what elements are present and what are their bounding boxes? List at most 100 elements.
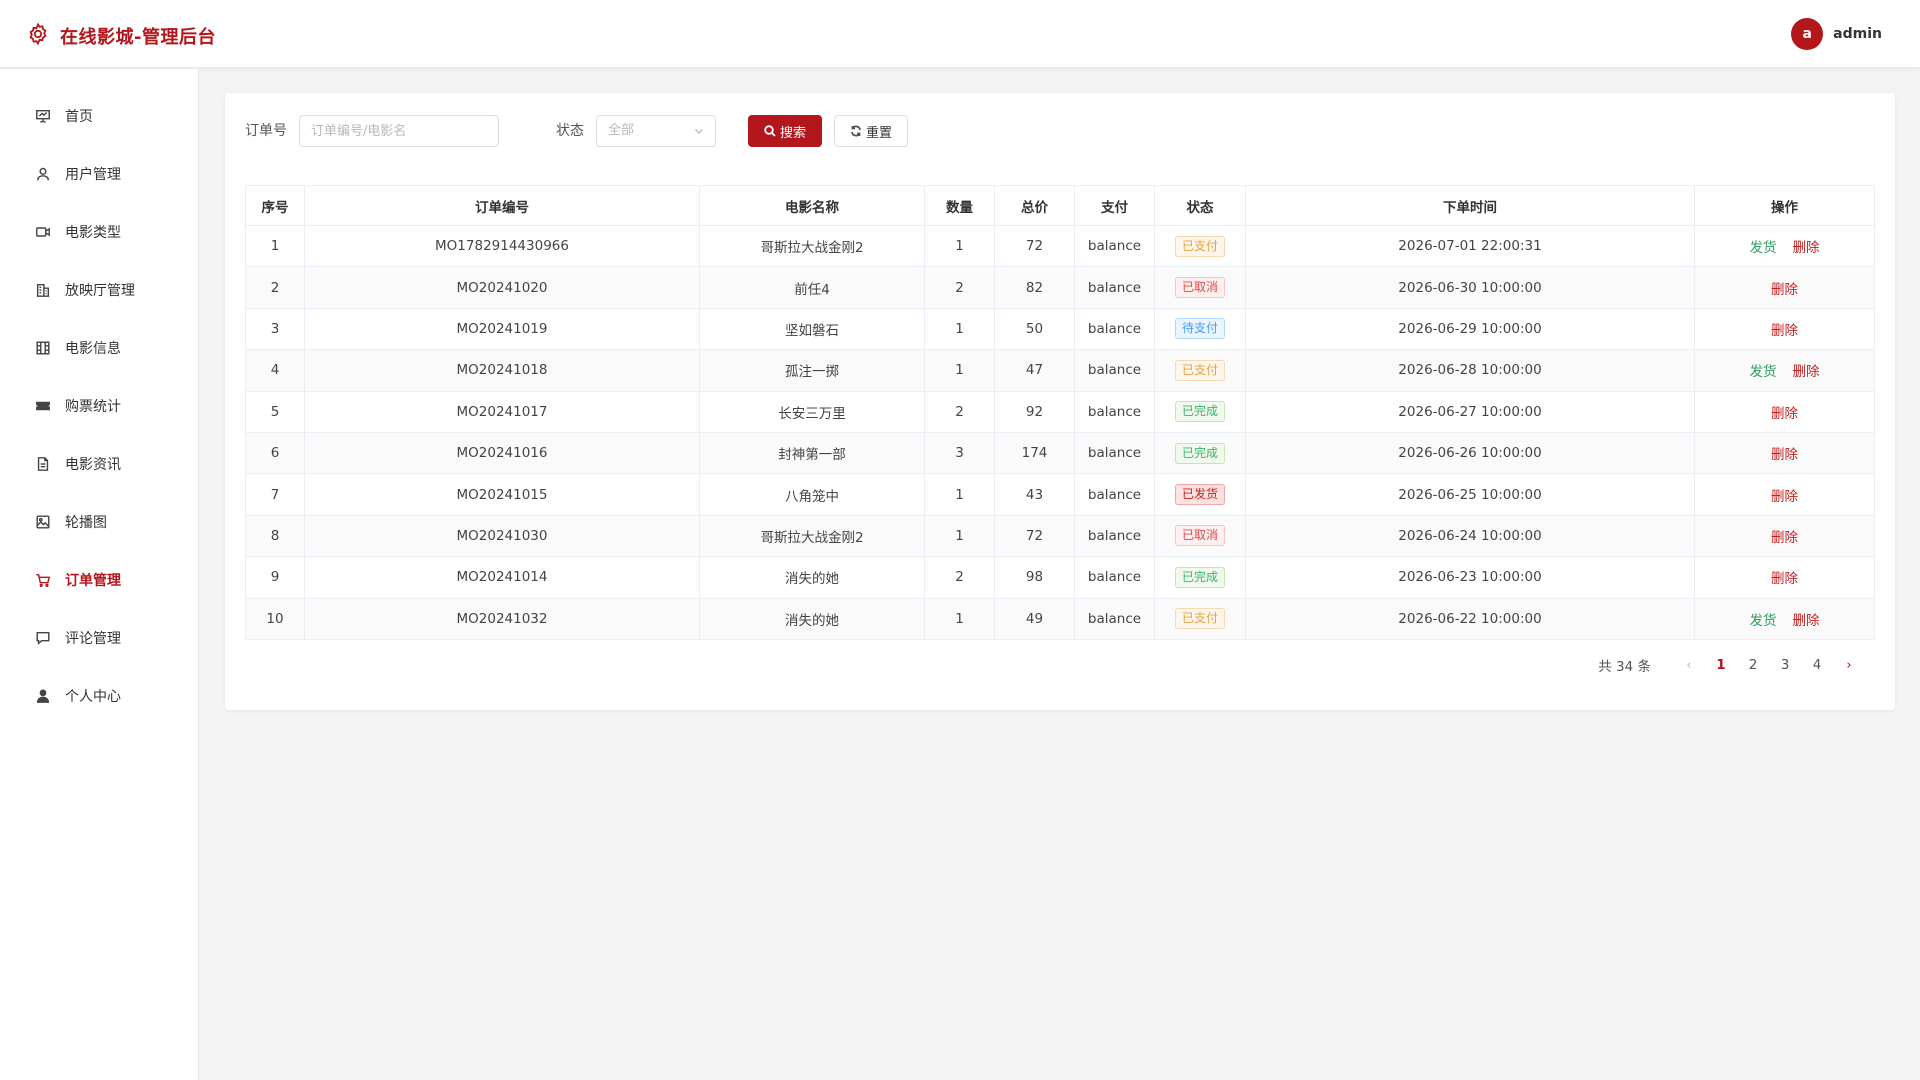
status-badge: 已支付 [1174,359,1225,381]
ship-button[interactable]: 发货 [1750,613,1777,629]
cell-order-no: MO20241018 [304,349,700,392]
comment-icon [34,629,52,647]
top-header: 在线影城-管理后台 a admin [0,0,1920,68]
order-search-input[interactable] [299,115,499,147]
cell-qty: 2 [924,390,995,433]
user-menu[interactable]: a admin [1791,18,1882,50]
cell-time: 2026-06-28 10:00:00 [1245,349,1695,392]
delete-button[interactable]: 删除 [1793,364,1820,380]
table-row: 4 MO20241018 孤注一掷 1 47 balance 已支付 2026-06-28 1… [245,349,1875,392]
reset-button[interactable]: 重置 [834,115,908,147]
cell-time: 2026-06-30 10:00:00 [1245,266,1695,309]
cell-order-no: MO20241016 [304,431,700,475]
cell-qty: 1 [924,224,995,268]
cell-idx: 9 [245,556,305,599]
avatar[interactable]: a [1791,18,1824,50]
sidebar-item-0[interactable]: 首页 [0,96,199,136]
table-row: 6 MO20241016 封神第一部 3 174 balance 已完成 2026-06-26… [245,431,1875,475]
delete-button[interactable]: 删除 [1771,447,1798,463]
sidebar-item-8[interactable]: 订单管理 [0,560,199,600]
cell-actions: 发货 删除 [1694,349,1875,392]
cell-order-no: MO20241020 [304,266,700,309]
film-grid-icon [34,339,52,357]
cell-pay: balance [1074,514,1155,558]
cell-qty: 1 [924,597,995,640]
cell-pay: balance [1074,307,1155,351]
sidebar-item-7[interactable]: 轮播图 [0,502,199,542]
status-badge: 已完成 [1174,442,1225,464]
search-icon [764,125,776,137]
cell-idx: 1 [245,224,305,268]
username[interactable]: admin [1833,26,1882,42]
delete-button[interactable]: 删除 [1771,323,1798,339]
column-header: 数量 [924,185,995,226]
sidebar-item-label: 电影资讯 [65,457,121,473]
cell-actions: 删除 [1694,514,1875,558]
sidebar-item-1[interactable]: 用户管理 [0,154,199,194]
page-1-button[interactable]: 1 [1705,657,1737,673]
cell-pay: balance [1074,597,1155,640]
cell-total: 49 [994,597,1075,640]
cell-total: 72 [994,224,1075,268]
cell-time: 2026-07-01 22:00:31 [1245,224,1695,268]
document-icon [34,455,52,473]
refresh-icon [851,125,861,137]
cell-movie: 哥斯拉大战金刚2 [699,514,925,558]
chevron-down-icon [695,129,703,134]
page-3-button[interactable]: 3 [1769,657,1801,673]
delete-button[interactable]: 删除 [1771,282,1798,298]
cell-total: 72 [994,514,1075,558]
cell-total: 43 [994,473,1075,516]
status-select[interactable]: 全部 [596,115,716,147]
page-4-button[interactable]: 4 [1801,657,1833,673]
column-header: 订单编号 [304,185,700,226]
image-icon [34,513,52,531]
cell-time: 2026-06-22 10:00:00 [1245,597,1695,640]
ship-button[interactable]: 发货 [1750,240,1777,256]
reset-button-label: 重置 [865,125,892,141]
chevron-right-icon[interactable]: › [1833,657,1865,673]
table-row: 5 MO20241017 长安三万里 2 92 balance 已完成 2026-06-27 … [245,390,1875,433]
delete-button[interactable]: 删除 [1793,240,1820,256]
cell-actions: 删除 [1694,390,1875,433]
delete-button[interactable]: 删除 [1771,406,1798,422]
table-row: 3 MO20241019 坚如磐石 1 50 balance 待支付 2026-06-29 1… [245,307,1875,351]
cell-idx: 8 [245,514,305,558]
column-header: 序号 [245,185,305,226]
cell-total: 98 [994,556,1075,599]
cell-time: 2026-06-24 10:00:00 [1245,514,1695,558]
delete-button[interactable]: 删除 [1771,489,1798,505]
orders-card: 订单号 状态 全部 搜索 重置 序号订单编号电影名称数量总价支付状态下单时间操作… [225,93,1895,710]
app-logo[interactable]: 在线影城-管理后台 [26,22,216,50]
delete-button[interactable]: 删除 [1793,613,1820,629]
sidebar-item-5[interactable]: 购票统计 [0,386,199,426]
cell-movie: 封神第一部 [699,431,925,475]
cell-actions: 删除 [1694,473,1875,516]
sidebar-item-label: 购票统计 [65,399,121,415]
cell-order-no: MO20241014 [304,556,700,599]
cell-status: 已支付 [1154,597,1246,640]
cell-time: 2026-06-23 10:00:00 [1245,556,1695,599]
sidebar-item-10[interactable]: 个人中心 [0,676,199,716]
sidebar-item-9[interactable]: 评论管理 [0,618,199,658]
delete-button[interactable]: 删除 [1771,530,1798,546]
status-badge: 已支付 [1174,235,1225,257]
cell-qty: 1 [924,349,995,392]
cell-status: 已取消 [1154,514,1246,558]
status-badge: 已完成 [1174,566,1225,588]
status-select-value: 全部 [608,123,635,138]
sidebar-item-2[interactable]: 电影类型 [0,212,199,252]
page-2-button[interactable]: 2 [1737,657,1769,673]
cell-pay: balance [1074,266,1155,309]
cell-movie: 哥斯拉大战金刚2 [699,224,925,268]
ship-button[interactable]: 发货 [1750,364,1777,380]
building-icon [34,281,52,299]
delete-button[interactable]: 删除 [1771,571,1798,587]
sidebar-item-4[interactable]: 电影信息 [0,328,199,368]
cell-status: 已完成 [1154,556,1246,599]
chevron-left-icon[interactable]: ‹ [1673,657,1705,673]
sidebar-item-6[interactable]: 电影资讯 [0,444,199,484]
sidebar-item-3[interactable]: 放映厅管理 [0,270,199,310]
search-button[interactable]: 搜索 [748,115,822,147]
cell-pay: balance [1074,556,1155,599]
